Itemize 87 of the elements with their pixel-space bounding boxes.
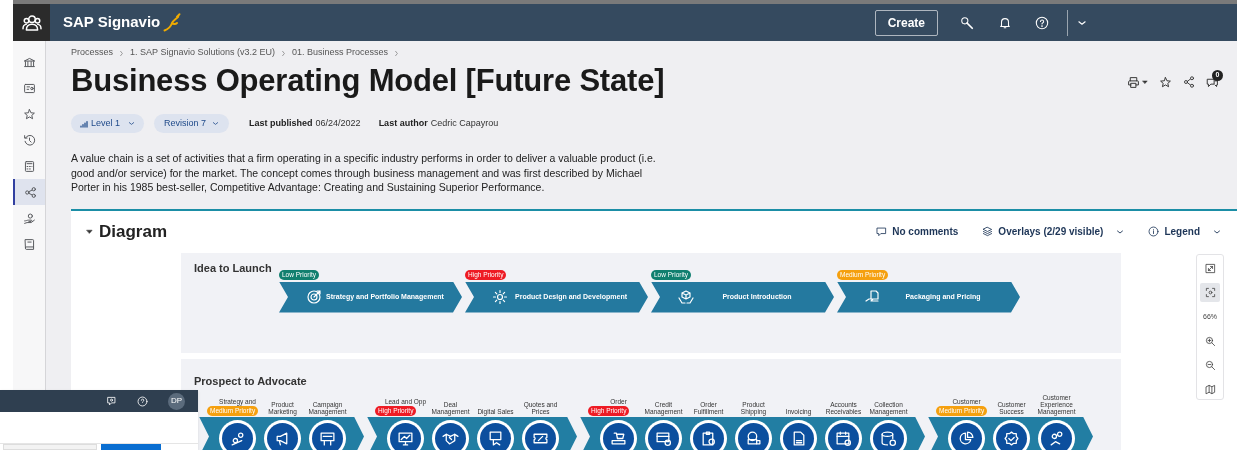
collapse-toggle[interactable] xyxy=(86,228,93,235)
breadcrumb-link[interactable]: 01. Business Processes xyxy=(291,46,388,60)
calculator-icon xyxy=(22,159,36,173)
bank-icon xyxy=(22,55,36,69)
info-icon xyxy=(1148,226,1160,237)
sidebar-item[interactable] xyxy=(13,179,45,205)
activity-circle[interactable] xyxy=(219,419,256,450)
author-name: Cedric Capayrou xyxy=(430,116,499,130)
caret-down-icon xyxy=(86,228,93,235)
author-label: Last author xyxy=(378,116,428,130)
printer-icon xyxy=(1127,75,1140,89)
fit-button[interactable] xyxy=(1200,283,1220,303)
chevron-down-icon xyxy=(212,120,220,127)
activity-circle[interactable] xyxy=(735,419,772,450)
activity-circle[interactable] xyxy=(477,419,514,450)
bell-icon[interactable] xyxy=(998,15,1012,30)
hand-icon xyxy=(22,211,36,225)
lane-title: Prospect to Advocate xyxy=(194,373,307,389)
activity-circle[interactable] xyxy=(690,419,727,450)
chevron-down-icon xyxy=(1213,227,1221,236)
zoom-out-icon xyxy=(1204,359,1216,371)
database-icon xyxy=(880,429,897,447)
activity-circle[interactable] xyxy=(870,419,907,450)
lane-title: Idea to Launch xyxy=(194,260,272,276)
document-icon xyxy=(864,289,880,305)
comments-button[interactable]: No comments xyxy=(876,224,959,239)
published-date: 06/24/2022 xyxy=(315,116,361,130)
chevron-down-icon xyxy=(128,120,136,127)
published-label: Last published xyxy=(249,116,313,130)
page-title: Business Operating Model [Future State] xyxy=(71,61,665,100)
activity-circle[interactable] xyxy=(387,419,424,450)
share-icon[interactable] xyxy=(1183,76,1195,88)
search-icon[interactable] xyxy=(960,15,974,30)
activity-circle[interactable] xyxy=(825,419,862,450)
zoom-in-icon xyxy=(1204,336,1216,347)
history-icon xyxy=(22,133,36,147)
calendar-icon xyxy=(835,429,852,447)
legend-dropdown[interactable]: Legend xyxy=(1148,224,1221,239)
pie-chart-icon xyxy=(958,429,975,447)
focus-icon xyxy=(1204,287,1216,299)
chevron-right-icon xyxy=(393,49,400,57)
breadcrumb-link[interactable]: Processes xyxy=(71,46,114,60)
breadcrumb-link[interactable]: 1. SAP Signavio Solutions (v3.2 EU) xyxy=(130,46,275,60)
users-icon xyxy=(21,12,42,33)
map-icon xyxy=(1204,383,1216,395)
help-icon[interactable] xyxy=(137,395,148,407)
activity-circle[interactable] xyxy=(600,419,637,450)
chevron-right-icon xyxy=(279,49,287,57)
cube-icon xyxy=(678,289,694,305)
create-button[interactable]: Create xyxy=(874,9,938,36)
activity-circle[interactable] xyxy=(522,419,559,450)
users-button[interactable] xyxy=(13,4,50,41)
book-icon xyxy=(22,237,36,251)
signal-icon xyxy=(80,119,88,128)
overlays-dropdown[interactable]: Overlays (2/29 visible) xyxy=(982,224,1125,239)
activity-circle[interactable] xyxy=(993,419,1030,450)
brand-name: SAP Signavio xyxy=(63,12,161,33)
user-avatar[interactable]: DP xyxy=(168,392,185,410)
expand-icon xyxy=(1204,263,1216,275)
activity-circle[interactable] xyxy=(780,419,817,450)
chevron-right-icon xyxy=(118,49,126,57)
help-icon[interactable] xyxy=(1035,15,1049,30)
clipboard-icon xyxy=(700,429,717,447)
input-field[interactable] xyxy=(3,444,97,450)
comment-icon xyxy=(876,226,888,237)
activity-circle[interactable] xyxy=(264,419,301,450)
star-icon xyxy=(22,107,36,121)
activity-circle[interactable] xyxy=(1038,419,1075,450)
feedback-icon[interactable] xyxy=(106,395,117,407)
star-icon[interactable] xyxy=(1159,75,1172,89)
level-dropdown[interactable]: Level 1 xyxy=(71,114,145,133)
activity-circle[interactable] xyxy=(948,419,985,450)
description: A value chain is a set of activities that a firm operating in a specific industry performs in order to deliver a valuable product (i.e. good and/or service) for the market. The concept comes through business management and was first described by Michael Porter in his 1985 best-seller, Competitive Advantage: Creating and Sustaining Superior Performance. xyxy=(71,151,657,195)
badge-icon xyxy=(1003,429,1020,447)
caret-down-icon xyxy=(1142,79,1148,85)
chevron-down-icon xyxy=(1116,227,1125,236)
revision-dropdown[interactable]: Revision 7 xyxy=(154,114,230,133)
layers-icon xyxy=(982,226,994,237)
activity-circle[interactable] xyxy=(645,419,682,450)
print-button[interactable] xyxy=(1127,75,1148,89)
card-icon xyxy=(22,81,36,95)
section-heading: Diagram xyxy=(99,220,168,243)
gear-icon xyxy=(492,289,508,305)
target-icon xyxy=(306,289,322,305)
activity-circle[interactable] xyxy=(309,419,346,450)
activity-circle[interactable] xyxy=(432,419,469,450)
network-icon xyxy=(23,185,37,199)
